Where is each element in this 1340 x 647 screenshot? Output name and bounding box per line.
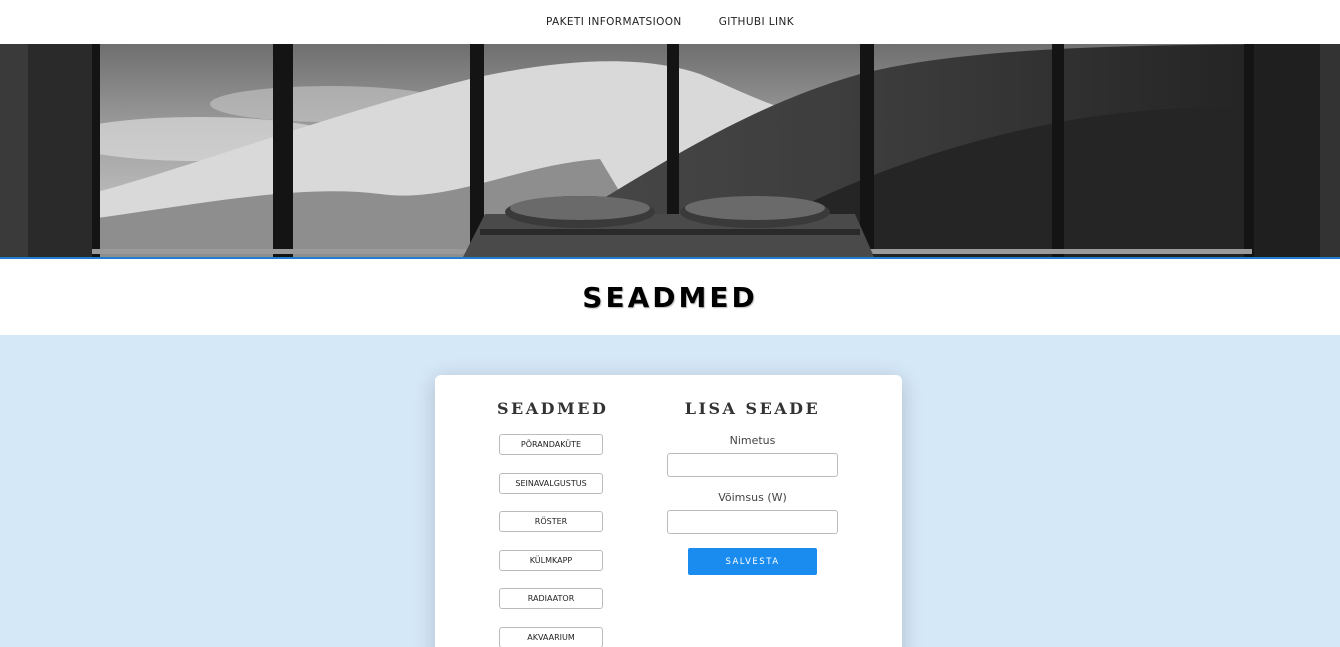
- devices-list-column: SEADMED PÕRANDAKÜTE SEINAVALGUSTUS RÖSTE…: [497, 399, 609, 647]
- power-label: Võimsus (W): [718, 491, 787, 504]
- device-button-floor-heating[interactable]: PÕRANDAKÜTE: [499, 434, 603, 455]
- page-title: SEADMED: [582, 280, 758, 314]
- add-device-heading: LISA SEADE: [684, 399, 821, 418]
- devices-card: SEADMED PÕRANDAKÜTE SEINAVALGUSTUS RÖSTE…: [435, 375, 902, 647]
- device-button-fridge[interactable]: KÜLMKAPP: [499, 549, 603, 571]
- top-nav: PAKETI INFORMATSIOON GITHUBI LINK: [0, 0, 1340, 44]
- nav-link-package-info[interactable]: PAKETI INFORMATSIOON: [546, 16, 682, 28]
- device-button-wall-lighting[interactable]: SEINAVALGUSTUS: [499, 472, 603, 494]
- hero-image: [0, 44, 1340, 259]
- add-device-column: LISA SEADE Nimetus Võimsus (W) SALVESTA: [667, 399, 838, 575]
- name-label: Nimetus: [729, 434, 776, 447]
- name-input[interactable]: [667, 453, 838, 477]
- save-button[interactable]: SALVESTA: [688, 548, 817, 575]
- power-input[interactable]: [667, 510, 838, 534]
- nav-link-github[interactable]: GITHUBI LINK: [719, 16, 794, 28]
- content-area: SEADMED PÕRANDAKÜTE SEINAVALGUSTUS RÖSTE…: [0, 335, 1340, 647]
- devices-heading: SEADMED: [497, 399, 609, 418]
- device-button-aquarium[interactable]: AKVAARIUM: [499, 626, 603, 647]
- device-button-radiator[interactable]: RADIAATOR: [499, 588, 603, 609]
- device-button-toaster[interactable]: RÖSTER: [499, 511, 603, 532]
- section-header: SEADMED: [0, 259, 1340, 335]
